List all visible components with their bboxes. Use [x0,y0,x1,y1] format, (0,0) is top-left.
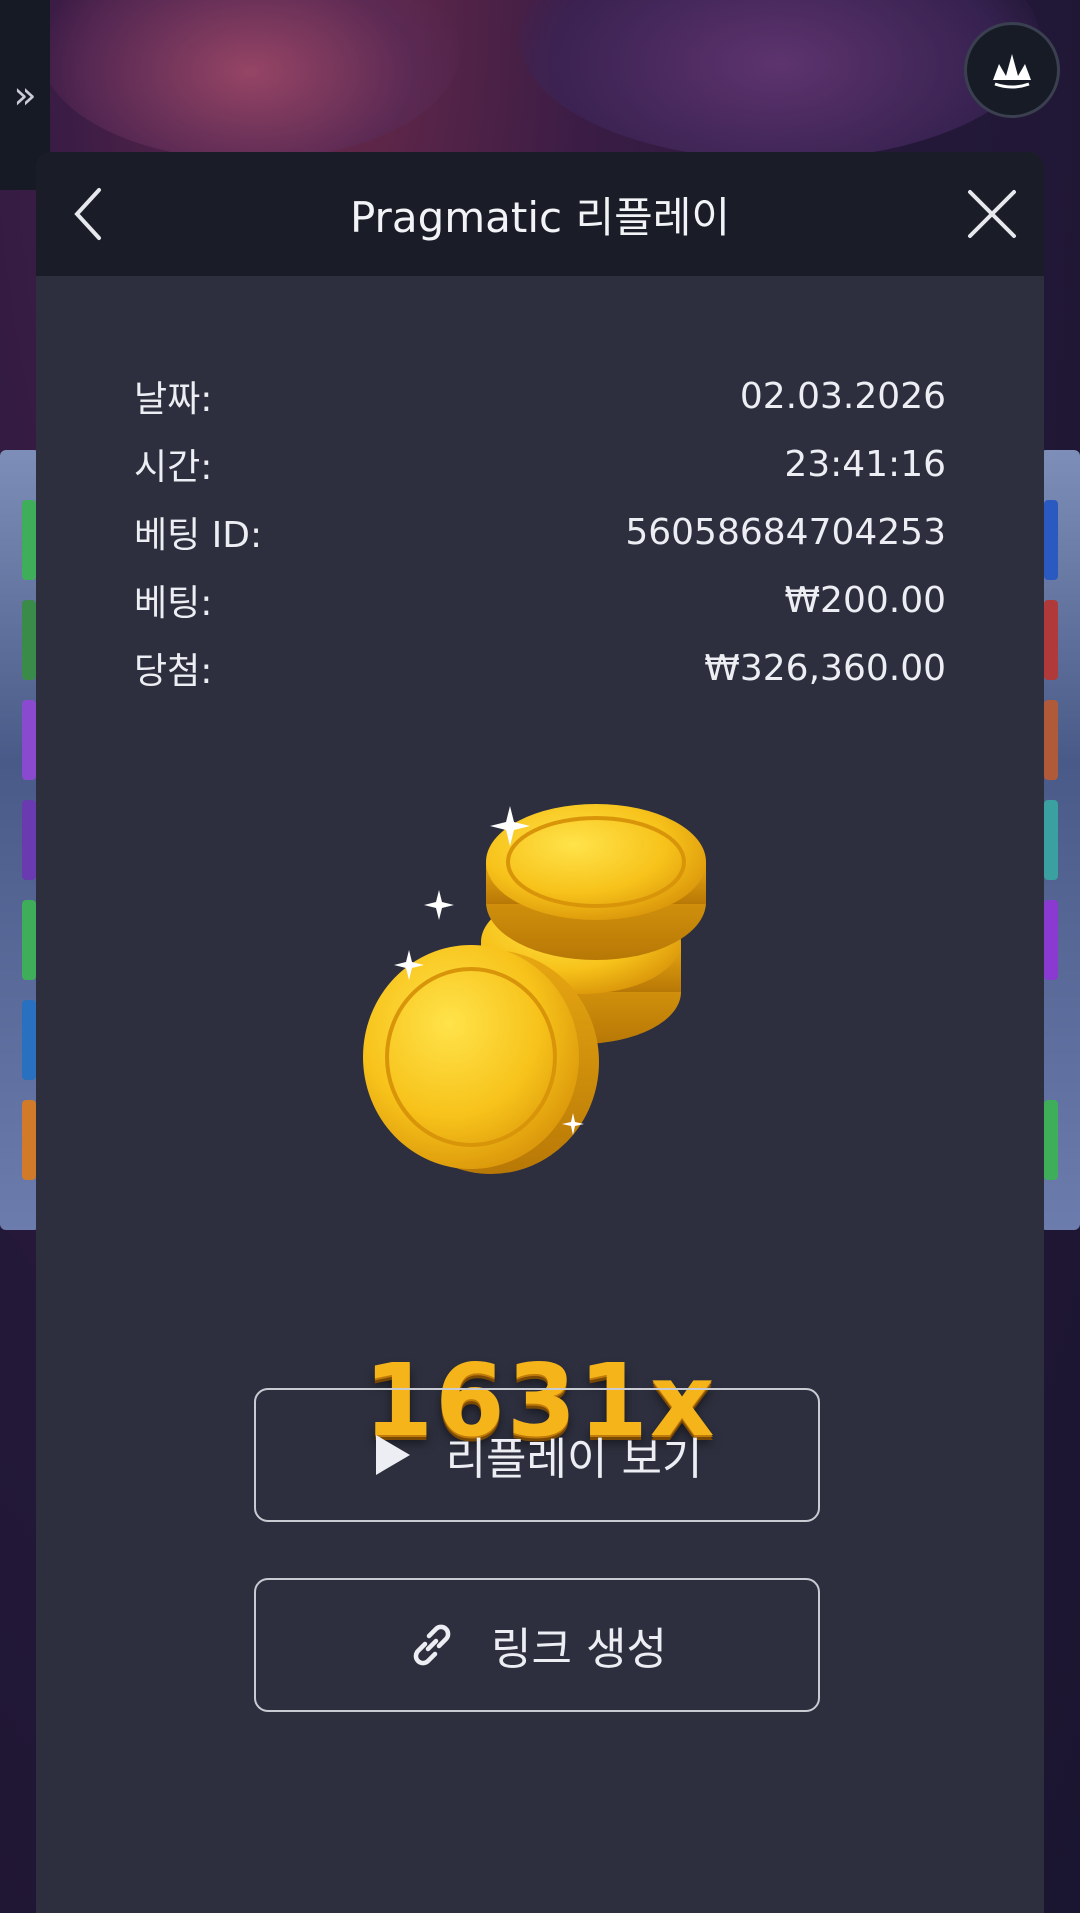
detail-label: 당첨: [134,651,213,692]
crown-logo-icon [993,54,1031,89]
detail-row-win: 당첨: ₩326,360.00 [134,634,946,702]
detail-label: 베팅: [134,583,213,624]
reel-frame-left [0,450,40,1230]
detail-value: 23:41:16 [784,443,946,485]
detail-row-bet: 베팅: ₩200.00 [134,566,946,634]
replay-modal: Pragmatic 리플레이 날짜: 02.03.2026 시간: 23:41:… [36,152,1044,1913]
gold-coins-icon [346,792,766,1212]
chevron-left-icon [74,188,101,240]
double-chevron-right-icon: » [13,73,37,117]
detail-value: 02.03.2026 [739,375,946,417]
reel-frame-right [1040,450,1080,1230]
view-replay-label: 리플레이 보기 [445,1434,703,1485]
modal-title: Pragmatic 리플레이 [349,192,731,242]
bet-details: 날짜: 02.03.2026 시간: 23:41:16 베팅 ID: 56058… [134,362,946,702]
detail-value: 56058684704253 [625,511,946,553]
pragmatic-logo-button[interactable] [964,22,1060,118]
detail-value: ₩326,360.00 [704,647,946,689]
detail-label: 베팅 ID: [134,515,263,556]
detail-label: 시간: [134,447,213,488]
create-link-label: 링크 생성 [491,1624,667,1675]
play-icon [375,1435,410,1475]
close-icon [968,190,1016,238]
link-icon [413,1624,451,1666]
back-button[interactable] [56,182,120,246]
close-button[interactable] [960,182,1024,246]
detail-value: ₩200.00 [784,579,946,621]
view-replay-button[interactable]: 리플레이 보기 [254,1388,820,1522]
detail-label: 날짜: [134,379,213,420]
create-link-button[interactable]: 링크 생성 [254,1578,820,1712]
detail-row-date: 날짜: 02.03.2026 [134,362,946,430]
modal-header: Pragmatic 리플레이 [36,152,1044,276]
detail-row-bet-id: 베팅 ID: 56058684704253 [134,498,946,566]
detail-row-time: 시간: 23:41:16 [134,430,946,498]
